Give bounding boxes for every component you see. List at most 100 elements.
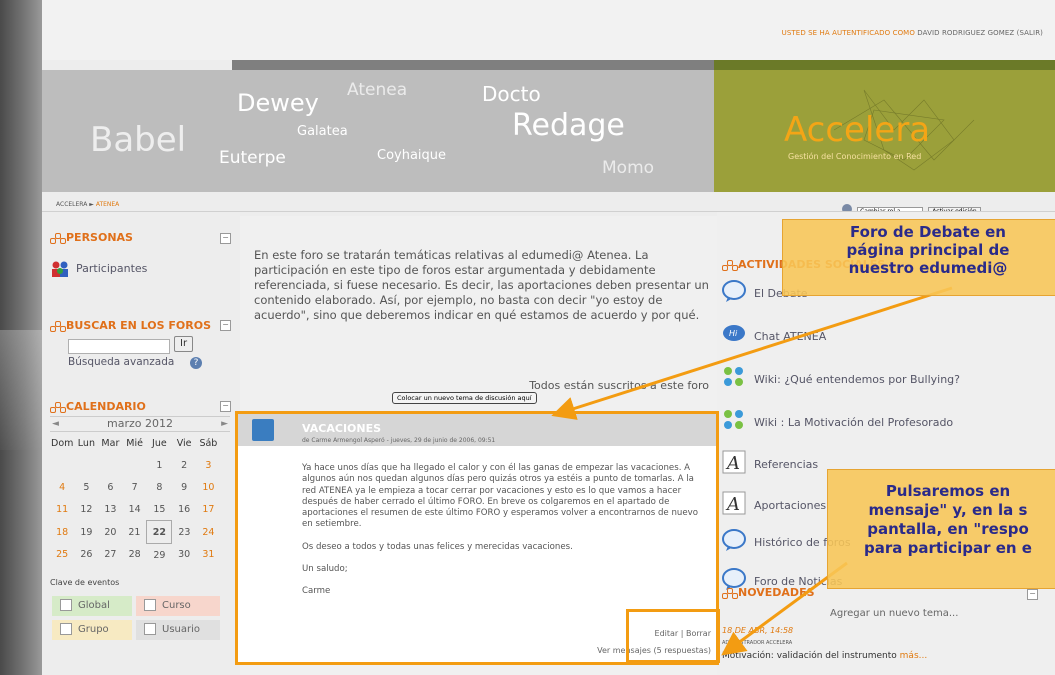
participants-link[interactable]: Participantes xyxy=(76,262,147,275)
forum-icon xyxy=(722,279,746,303)
calendar-day[interactable]: 8 xyxy=(147,476,172,498)
calendar-month-bar: ◄ marzo 2012 ► xyxy=(50,416,230,432)
calendar-weekday-row: Dom Lun Mar Mié Jue Vie Sáb xyxy=(50,432,220,454)
calendar-day[interactable]: 19 xyxy=(74,521,98,544)
calendar-day[interactable]: 29 xyxy=(147,544,172,567)
collapse-icon[interactable]: − xyxy=(1027,589,1038,600)
user-name-link[interactable]: DAVID RODRIGUEZ GOMEZ (SALIR) xyxy=(917,29,1043,37)
calendar-day[interactable]: 14 xyxy=(122,498,147,521)
calendar-day[interactable]: 16 xyxy=(172,498,197,521)
news-more-link[interactable]: más... xyxy=(900,651,928,661)
callout-line: página principal de xyxy=(846,241,1010,259)
accelera-tagline: Gestión del Conocimiento en Red xyxy=(788,152,922,161)
prev-month-icon[interactable]: ◄ xyxy=(52,417,59,431)
activity-link[interactable]: Wiki : La Motivación del Profesorado xyxy=(754,416,953,429)
calendar-day[interactable]: 7 xyxy=(122,476,147,498)
calendar-day[interactable]: 30 xyxy=(172,544,197,567)
banner-word: Momo xyxy=(602,158,655,178)
event-key-icon xyxy=(60,623,72,635)
breadcrumb-root[interactable]: ACCELERA xyxy=(56,201,87,208)
calendar-day[interactable]: 3 xyxy=(196,454,220,476)
personas-title: PERSONAS xyxy=(66,231,133,244)
event-key-group[interactable]: Grupo xyxy=(52,620,132,640)
calendar-day[interactable]: 25 xyxy=(50,544,74,567)
callout-top: Foro de Debate en página principal de nu… xyxy=(782,219,1055,296)
calendar-day xyxy=(50,454,74,476)
event-key-course[interactable]: Curso xyxy=(136,596,220,616)
activity-link[interactable]: Wiki: ¿Qué entendemos por Bullying? xyxy=(754,373,960,386)
calendar-block-title: CALENDARIO xyxy=(50,400,146,413)
calendar-day[interactable]: 31 xyxy=(196,544,220,567)
calendar-day[interactable]: 6 xyxy=(98,476,122,498)
news-headline-text: Motivación: validación del instrumento xyxy=(722,651,897,661)
help-icon[interactable]: ? xyxy=(190,357,202,369)
breadcrumb: ACCELERA ► ATENEA xyxy=(56,201,119,208)
event-key-global[interactable]: Global xyxy=(52,596,132,616)
block-dots-icon xyxy=(722,260,738,271)
add-topic-link[interactable]: Agregar un nuevo tema... xyxy=(830,608,958,619)
banner-word: Euterpe xyxy=(219,148,286,168)
event-key-label: Usuario xyxy=(162,624,201,635)
banner-network-names: Babel Dewey Atenea Docto Galatea Redage … xyxy=(42,70,714,192)
desktop-background xyxy=(0,0,42,675)
calendar-day[interactable]: 4 xyxy=(50,476,74,498)
forum-search-input[interactable] xyxy=(68,339,170,354)
weekday-label: Jue xyxy=(152,437,167,449)
svg-text:A: A xyxy=(725,494,740,515)
advanced-search-link[interactable]: Búsqueda avanzada xyxy=(68,356,174,368)
search-title: BUSCAR EN LOS FOROS xyxy=(66,319,212,332)
calendar-day[interactable]: 10 xyxy=(196,476,220,498)
callout-line: Pulsaremos en xyxy=(885,482,1011,500)
calendar-day[interactable]: 13 xyxy=(98,498,122,521)
calendar-day[interactable]: 9 xyxy=(172,476,197,498)
block-dots-icon xyxy=(50,321,66,332)
activity-link[interactable]: Aportaciones xyxy=(754,499,826,512)
calendar-day[interactable]: 17 xyxy=(196,498,220,521)
calendar-day[interactable]: 20 xyxy=(98,521,122,544)
calendar-day[interactable]: 26 xyxy=(74,544,98,567)
forum-icon xyxy=(722,528,746,552)
banner-word: Atenea xyxy=(347,80,408,100)
calendar-day[interactable]: 27 xyxy=(98,544,122,567)
calendar-day[interactable]: 21 xyxy=(122,521,147,544)
collapse-icon[interactable]: − xyxy=(220,233,231,244)
activity-link[interactable]: Referencias xyxy=(754,458,818,471)
calendar-day[interactable]: 2 xyxy=(172,454,197,476)
news-title: NOVEDADES xyxy=(738,586,815,599)
search-go-button[interactable]: Ir xyxy=(174,336,194,352)
calendar-day[interactable]: 5 xyxy=(74,476,98,498)
calendar-day[interactable]: 24 xyxy=(196,521,220,544)
collapse-icon[interactable]: − xyxy=(220,401,231,412)
personas-block-title: PERSONAS xyxy=(50,231,133,244)
calendar-day[interactable]: 15 xyxy=(147,498,172,521)
collapse-icon[interactable]: − xyxy=(220,320,231,331)
event-key-user[interactable]: Usuario xyxy=(136,620,220,640)
weekday-label: Mié xyxy=(126,437,143,449)
new-topic-button[interactable]: Colocar un nuevo tema de discusión aquí xyxy=(392,392,537,404)
calendar-day[interactable]: 18 xyxy=(50,521,74,544)
svg-text:A: A xyxy=(725,453,740,474)
calendar-day[interactable]: 28 xyxy=(122,544,147,567)
calendar-day[interactable]: 1 xyxy=(147,454,172,476)
svg-text:Hi: Hi xyxy=(729,329,738,338)
callout-line: pantalla, en "respo xyxy=(867,520,1029,538)
participants-icon xyxy=(52,261,68,277)
header-strip-olive xyxy=(714,60,1055,70)
resource-icon: A xyxy=(722,491,746,515)
calendar-day[interactable]: 22 xyxy=(146,520,173,544)
block-dots-icon xyxy=(50,402,66,413)
wiki-icon xyxy=(722,408,746,432)
event-key-icon xyxy=(144,599,156,611)
calendar-day[interactable]: 11 xyxy=(50,498,74,521)
accelera-logo-panel: Accelera Gestión del Conocimiento en Red xyxy=(714,70,1055,192)
calendar-week-row: 25 26 27 28 29 30 31 xyxy=(50,544,220,567)
chat-icon: Hi xyxy=(722,322,746,346)
activity-link[interactable]: Chat ATENEA xyxy=(754,330,826,343)
calendar-month-label: marzo 2012 xyxy=(107,417,173,430)
search-block-title: BUSCAR EN LOS FOROS xyxy=(50,319,211,332)
weekday-label: Vie xyxy=(176,437,192,449)
next-month-icon[interactable]: ► xyxy=(221,417,228,431)
calendar-week-row: 18 19 20 21 22 23 24 xyxy=(50,520,220,544)
calendar-day[interactable]: 12 xyxy=(74,498,98,521)
calendar-day[interactable]: 23 xyxy=(172,521,197,544)
